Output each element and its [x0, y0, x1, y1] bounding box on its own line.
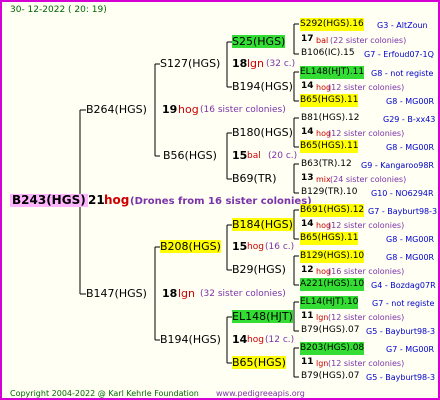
gen4-info-21: G7 - MG00R — [386, 345, 435, 354]
gen4-info-6: G29 - B-xx43 — [383, 115, 436, 124]
gen2-lineage-2: hog — [247, 242, 264, 252]
gen4-id-9: B63(TR).12 — [301, 159, 352, 169]
gen4-info-18: G7 - not registe — [372, 299, 435, 308]
gen4-id-5: B65(HGS).11 — [300, 94, 359, 107]
gen4-id-15: B129(HGS).10 — [300, 250, 365, 263]
gen3-id-3: B69(TR) — [232, 172, 277, 185]
gen4-gen-7: 14 — [301, 127, 314, 137]
gen4-note-22: (12 sister colonies) — [328, 359, 405, 368]
footer-copyright: Copyright 2004-2022 @ Karl Kehrle Founda… — [10, 389, 199, 398]
gen4-note-1: (22 sister colonies) — [330, 36, 407, 45]
gen4-info-5: G8 - MG00R — [386, 97, 435, 106]
gen4-gen-22: 11 — [301, 357, 314, 367]
gen4-note-4: (12 sister colonies) — [328, 83, 405, 92]
gen2-lineage-3: hog — [247, 335, 264, 345]
gen3-id-6: EL148(HJT) — [232, 310, 293, 323]
gen3-id-1: B194(HGS) — [232, 80, 293, 93]
gen4-info-14: G8 - MG00R — [386, 235, 435, 244]
gen2-id-2: B208(HGS) — [160, 240, 221, 253]
gen2-gen-0: 18 — [232, 57, 248, 70]
gen4-gen-13: 14 — [301, 219, 314, 229]
gen4-id-17: A221(HGS).10 — [300, 278, 365, 291]
gen3-id-4: B184(HGS) — [232, 218, 293, 231]
gen4-lineage-19: lgn — [316, 313, 329, 322]
gen4-info-8: G8 - MG00R — [386, 143, 435, 152]
gen4-info-12: G7 - Bayburt98-3 — [368, 207, 438, 216]
gen2-id-3: B194(HGS) — [160, 333, 221, 346]
gen4-info-11: G10 - NO6294R — [371, 189, 434, 198]
gen4-id-12: B691(HGS).12 — [300, 204, 365, 217]
gen1-gen-0: 19 — [162, 103, 178, 116]
gen1-gen-1: 18 — [162, 287, 178, 300]
gen2-gen-3: 14 — [232, 333, 248, 346]
gen4-lineage-22: lgn — [316, 359, 329, 368]
gen1-lineage-1: lgn — [178, 287, 196, 300]
gen2-note-2: (16 c.) — [265, 242, 295, 252]
gen4-id-3: EL148(HJT).11 — [300, 66, 365, 79]
gen4-id-23: B79(HGS).07 — [301, 371, 360, 381]
gen4-info-17: G4 - Bozdag07R — [371, 281, 436, 290]
gen4-id-11: B129(TR).10 — [301, 187, 358, 197]
root-gen: 21 — [88, 193, 105, 207]
gen1-note-1: (32 sister colonies) — [200, 289, 286, 299]
gen4-gen-1: 17 — [301, 34, 314, 44]
gen2-note-1: (20 c.) — [268, 151, 298, 161]
gen4-lineage-10: mix — [316, 175, 331, 184]
root-note: (Drones from 16 sister colonies) — [130, 196, 312, 207]
gen4-note-10: (24 sister colonies) — [330, 175, 407, 184]
gen3-id-0: S25(HGS) — [232, 35, 286, 48]
gen2-lineage-0: lgn — [247, 57, 265, 70]
gen2-id-1: B56(HGS) — [163, 149, 217, 162]
gen4-note-7: (12 sister colonies) — [328, 129, 405, 138]
gen4-id-14: B65(HGS).11 — [300, 232, 359, 245]
gen2-gen-1: 15 — [232, 149, 248, 162]
gen3-id-2: B180(HGS) — [232, 126, 293, 139]
gen4-gen-19: 11 — [301, 311, 314, 321]
gen4-gen-4: 14 — [301, 81, 314, 91]
gen4-info-9: G9 - Kangaroo98R — [361, 161, 434, 170]
gen4-info-23: G5 - Bayburt98-3 — [366, 373, 436, 382]
gen4-info-20: G5 - Bayburt98-3 — [366, 327, 436, 336]
gen2-gen-2: 15 — [232, 240, 248, 253]
gen4-id-21: B203(HGS).08 — [300, 342, 365, 355]
pedigree-frame: 30- 12-2022 ( 20: 19) B243(HGS) 21 hog (… — [0, 0, 440, 400]
gen2-note-3: (12 c.) — [265, 335, 295, 345]
gen4-note-13: (12 sister colonies) — [328, 221, 405, 230]
gen4-lineage-1: bal — [316, 36, 329, 45]
root-queen-id: B243(HGS) — [10, 193, 88, 207]
gen2-lineage-1: bal — [247, 151, 261, 161]
gen4-id-18: EL14(HJT).10 — [300, 296, 359, 309]
gen4-id-8: B65(HGS).11 — [300, 140, 359, 153]
gen1-id-1: B147(HGS) — [86, 287, 147, 300]
gen1-id-0: B264(HGS) — [86, 103, 147, 116]
gen3-id-7: B65(HGS) — [232, 356, 286, 369]
gen4-id-20: B79(HGS).07 — [301, 325, 360, 335]
gen4-info-15: G8 - MG00R — [386, 253, 435, 262]
gen4-note-16: (16 sister colonies) — [328, 267, 405, 276]
gen4-id-6: B81(HGS).12 — [301, 113, 360, 123]
gen4-note-19: (12 sister colonies) — [328, 313, 405, 322]
gen4-gen-16: 12 — [301, 265, 314, 275]
gen1-note-0: (16 sister colonies) — [200, 105, 286, 115]
root-lineage: hog — [104, 193, 130, 207]
gen4-id-0: S292(HGS).16 — [300, 18, 364, 31]
gen4-info-0: G3 - AltZoun — [377, 21, 428, 30]
gen2-id-0: S127(HGS) — [160, 57, 221, 70]
gen4-info-3: G8 - not registe — [371, 69, 434, 78]
gen4-gen-10: 13 — [301, 173, 314, 183]
gen2-note-0: (32 c.) — [266, 59, 296, 69]
date-stamp: 30- 12-2022 ( 20: 19) — [10, 5, 107, 15]
gen1-lineage-0: hog — [178, 103, 199, 116]
footer-url[interactable]: www.pedigreeapis.org — [216, 387, 305, 398]
gen4-info-2: G7 - Erfoud07-1Q — [364, 50, 434, 59]
gen4-id-2: B106(IC).15 — [301, 48, 355, 58]
gen3-id-5: B29(HGS) — [232, 263, 286, 276]
